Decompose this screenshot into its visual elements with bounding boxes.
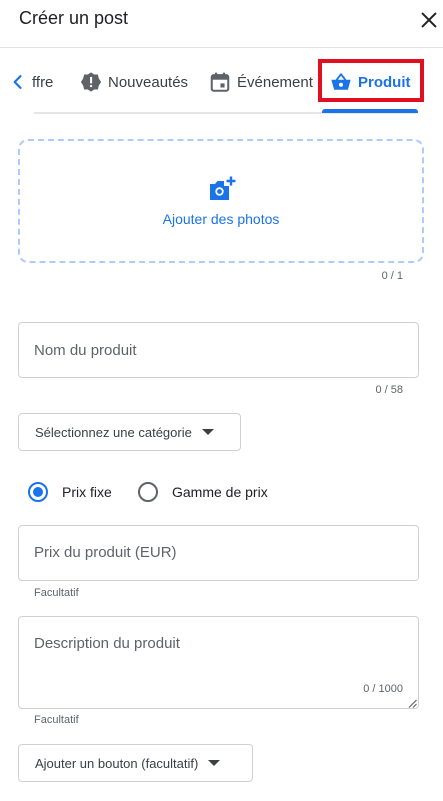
description-counter: 0 / 1000 [363,683,403,695]
add-button-select[interactable]: Ajouter un bouton (facultatif) [18,744,253,782]
tab-nouveautes[interactable]: Nouveautés [80,70,188,94]
dialog-title: Créer un post [19,8,129,28]
product-name-counter: 0 / 58 [375,384,403,396]
tab-label: Événement [237,73,313,91]
price-helper-text: Facultatif [34,587,79,599]
radio-gamme-de-prix[interactable] [138,482,158,502]
category-select-label: Sélectionnez une catégorie [35,424,192,440]
highlight-box [318,59,424,102]
tab-evenement[interactable]: Événement [209,70,313,94]
price-placeholder: Prix du produit (EUR) [34,544,177,561]
active-tab-indicator [322,109,418,113]
gear-icon [80,72,102,92]
dialog-header: Créer un post [0,0,443,48]
description-helper-text: Facultatif [34,714,79,726]
category-select[interactable]: Sélectionnez une catégorie [18,413,241,451]
add-photos-label[interactable]: Ajouter des photos [18,211,424,227]
add-photo-icon [210,176,236,200]
product-name-placeholder: Nom du produit [34,342,137,359]
add-button-select-label: Ajouter un bouton (facultatif) [35,755,199,771]
radio-prix-fixe[interactable] [28,482,48,502]
resize-handle-icon[interactable] [408,699,417,708]
calendar-icon [210,72,230,92]
tab-label: ffre [32,73,54,91]
photo-counter: 0 / 1 [381,270,403,282]
caret-down-icon [208,760,221,766]
radio-label-prix-fixe: Prix fixe [62,484,112,500]
tab-label: Nouveautés [108,73,189,91]
tab-offre[interactable]: ffre [32,70,53,94]
description-textarea[interactable] [18,616,419,709]
description-placeholder: Description du produit [34,635,180,652]
close-icon[interactable] [418,9,440,31]
radio-label-gamme-de-prix: Gamme de prix [172,484,268,500]
chevron-left-icon[interactable] [8,72,28,92]
caret-down-icon [201,429,214,435]
